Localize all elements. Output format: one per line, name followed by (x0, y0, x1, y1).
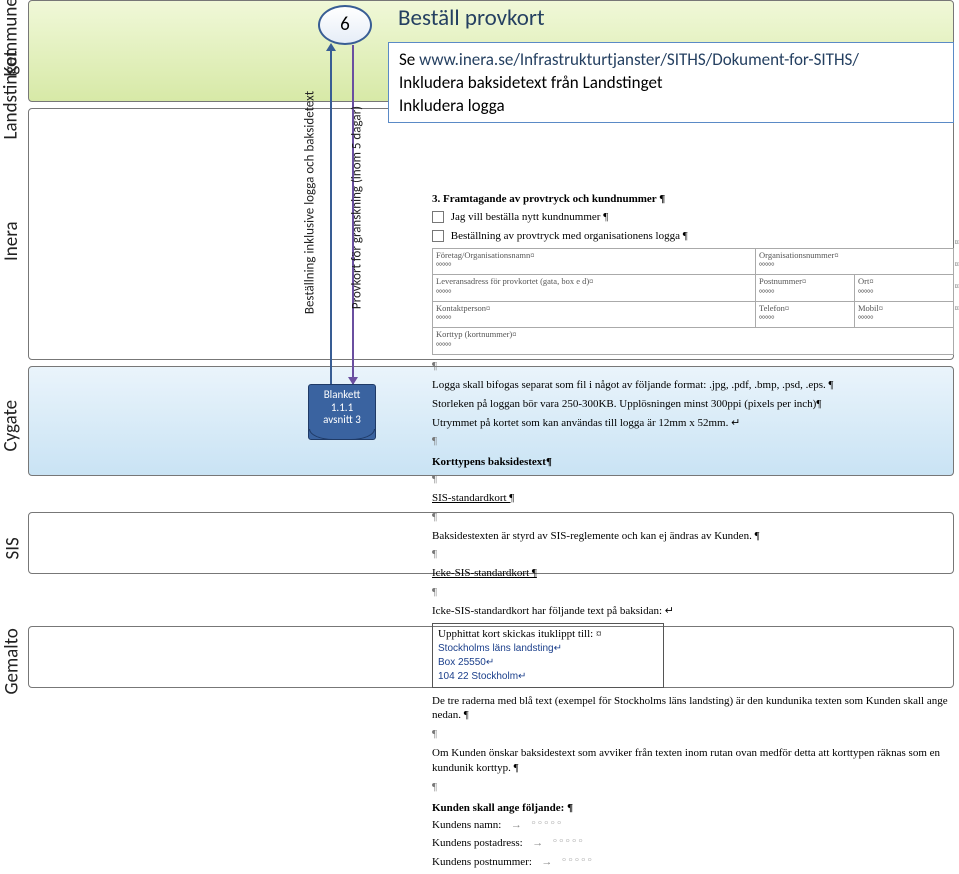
callout-see: Se (399, 49, 419, 70)
lane-label-cygate: Cygate (0, 392, 23, 452)
doc-k3: Kundens postnummer:→°°°°° (432, 855, 954, 870)
doc-address-box: Upphittat kort skickas ituklippt till: ¤… (432, 623, 664, 688)
lane-label-inera: Inera (0, 216, 23, 261)
doc-k1: Kundens namn:→°°°°° (432, 818, 954, 833)
doc-margin-marks: ¤¤¤¤ (955, 232, 959, 320)
callout-url: www.inera.se/Infrastrukturtjanster/SITHS… (419, 49, 859, 70)
doc-logo-p1: Logga skall bifogas separat som fil i nå… (432, 378, 954, 393)
arrow-label-order: Beställning inklusive logga och baksidet… (303, 73, 318, 333)
doc-logo-p2: Storleken på loggan bör vara 250-300KB. … (432, 397, 954, 412)
doc-heading-3: 3. Framtagande av provtryck och kundnumm… (432, 192, 954, 207)
callout-line3: Inkludera logga (399, 95, 505, 116)
arrow-order-up (330, 45, 332, 385)
doc-opt1: Jag vill beställa nytt kundnummer ¶ (432, 210, 954, 225)
doc-opt2: Beställning av provtryck med organisatio… (432, 229, 954, 244)
doc-icke-text: Icke-SIS-standardkort har följande text … (432, 604, 954, 619)
doc-after2: Om Kunden önskar baksidestext som avvike… (432, 746, 954, 776)
arrow-label-proof: Provkort för granskning (inom 5 dagar) (350, 83, 365, 333)
doc-k2: Kundens postadress:→°°°°° (432, 836, 954, 851)
embedded-doc: 3. Framtagande av provtryck och kundnumm… (432, 192, 954, 874)
doc-logo-p3: Utrymmet på kortet som kan användas till… (432, 416, 954, 431)
checkbox-icon (432, 230, 444, 242)
callout: Beställ provkort Se www.inera.se/Infrast… (388, 0, 954, 123)
callout-line2: Inkludera baksidetext från Landstinget (399, 72, 663, 93)
blankett-line3: avsnitt 3 (309, 414, 375, 427)
lane-label-sis: SIS (2, 530, 25, 560)
checkbox-icon (432, 211, 444, 223)
doc-icke-heading: Icke-SIS-standardkort ¶ (432, 566, 954, 581)
doc-h4-kunden: Kunden skall ange följande: ¶ (432, 801, 954, 816)
lane-label-gemalto: Gemalto (1, 623, 24, 695)
doc-sis-heading: SIS-standardkort ¶ (432, 491, 954, 506)
doc-form-table: Företag/Organisationsnamn¤°°°°° Organisa… (432, 248, 954, 355)
step-6-circle: 6 (318, 5, 372, 45)
lane-label-landstinget: Landstinget (0, 40, 23, 140)
blankett-line1: Blankett (309, 389, 375, 402)
doc-sis-text: Baksidestexten är styrd av SIS-reglement… (432, 529, 954, 544)
doc-h4-baksidestext: Korttypens baksidestext¶ (432, 455, 954, 470)
blankett-doc: Blankett 1.1.1 avsnitt 3 (308, 384, 376, 440)
doc-after1: De tre raderna med blå text (exempel för… (432, 694, 954, 724)
callout-body: Se www.inera.se/Infrastrukturtjanster/SI… (388, 42, 954, 123)
callout-title: Beställ provkort (398, 4, 954, 32)
